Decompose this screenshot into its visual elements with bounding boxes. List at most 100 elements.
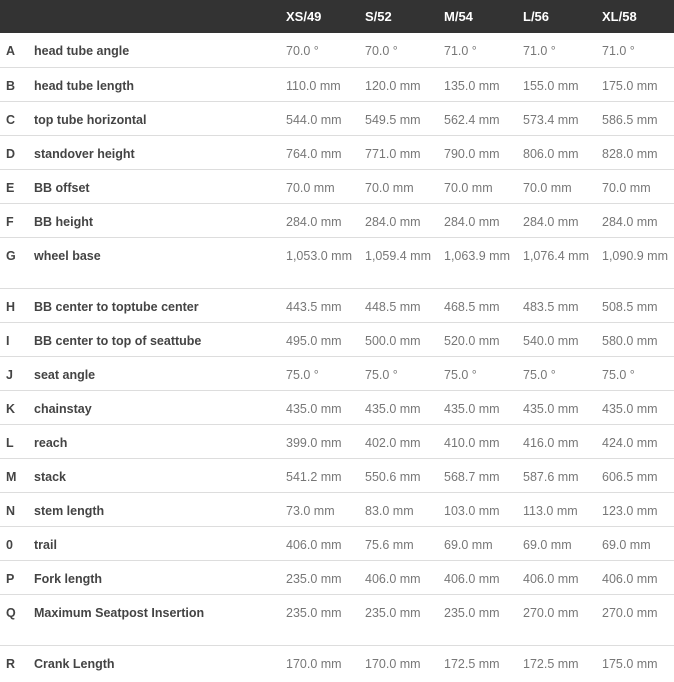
row-value: 790.0 mm bbox=[438, 135, 517, 170]
geometry-table: XS/49 S/52 M/54 L/56 XL/58 A head tube a… bbox=[0, 0, 674, 679]
row-value: 606.5 mm bbox=[596, 458, 674, 493]
row-value: 69.0 mm bbox=[517, 526, 596, 561]
row-value: 483.5 mm bbox=[517, 288, 596, 323]
row-letter: G bbox=[0, 237, 28, 289]
row-value: 155.0 mm bbox=[517, 67, 596, 102]
row-value: 75.0 ° bbox=[517, 356, 596, 391]
table-row: E BB offset 70.0 mm 70.0 mm 70.0 mm 70.0… bbox=[0, 169, 674, 204]
row-value: 764.0 mm bbox=[280, 135, 359, 170]
row-value: 70.0 mm bbox=[438, 169, 517, 204]
row-value: 500.0 mm bbox=[359, 322, 438, 357]
table-row: G wheel base 1,053.0 mm 1,059.4 mm 1,063… bbox=[0, 237, 674, 289]
row-value: 550.6 mm bbox=[359, 458, 438, 493]
row-value: 71.0 ° bbox=[517, 33, 596, 68]
row-letter: Q bbox=[0, 594, 28, 646]
row-value: 416.0 mm bbox=[517, 424, 596, 459]
row-value: 443.5 mm bbox=[280, 288, 359, 323]
row-value: 806.0 mm bbox=[517, 135, 596, 170]
row-letter: R bbox=[6, 656, 16, 671]
table-row: M stack 541.2 mm 550.6 mm 568.7 mm 587.6… bbox=[0, 458, 674, 493]
row-letter: M bbox=[0, 458, 28, 493]
row-value: 120.0 mm bbox=[359, 67, 438, 102]
row-value: 235.0 mm bbox=[438, 594, 517, 646]
row-value: 284.0 mm bbox=[359, 203, 438, 238]
row-label: Maximum Seatpost Insertion bbox=[28, 594, 280, 646]
row-value: 69.0 mm bbox=[596, 526, 674, 561]
row-value: 1,053.0 mm bbox=[280, 237, 359, 289]
header-size-s: S/52 bbox=[359, 0, 438, 33]
row-letter: H bbox=[0, 288, 28, 323]
header-size-l: L/56 bbox=[517, 0, 596, 33]
row-value: 549.5 mm bbox=[359, 101, 438, 136]
row-letter: F bbox=[0, 203, 28, 238]
row-value: 828.0 mm bbox=[596, 135, 674, 170]
header-size-xs: XS/49 bbox=[280, 0, 359, 33]
table-row: F BB height 284.0 mm 284.0 mm 284.0 mm 2… bbox=[0, 203, 674, 238]
row-value: 435.0 mm bbox=[280, 390, 359, 425]
row-label: seat angle bbox=[28, 356, 280, 391]
row-value: 175.0 mm bbox=[596, 67, 674, 102]
row-label: chainstay bbox=[28, 390, 280, 425]
row-value: 70.0 mm bbox=[596, 169, 674, 204]
row-value: 170.0 mm bbox=[365, 656, 421, 671]
row-value: 541.2 mm bbox=[280, 458, 359, 493]
row-label: top tube horizontal bbox=[28, 101, 280, 136]
table-row: 0 trail 406.0 mm 75.6 mm 69.0 mm 69.0 mm… bbox=[0, 526, 674, 561]
row-value: 568.7 mm bbox=[438, 458, 517, 493]
row-value: 1,090.9 mm bbox=[596, 237, 674, 289]
row-value: 562.4 mm bbox=[438, 101, 517, 136]
table-row: D standover height 764.0 mm 771.0 mm 790… bbox=[0, 135, 674, 170]
table-row: A head tube angle 70.0 ° 70.0 ° 71.0 ° 7… bbox=[0, 33, 674, 68]
header-size-m: M/54 bbox=[438, 0, 517, 33]
table-row: P Fork length 235.0 mm 406.0 mm 406.0 mm… bbox=[0, 560, 674, 595]
table-row: J seat angle 75.0 ° 75.0 ° 75.0 ° 75.0 °… bbox=[0, 356, 674, 391]
row-value: 170.0 mm bbox=[286, 656, 342, 671]
table-row: N stem length 73.0 mm 83.0 mm 103.0 mm 1… bbox=[0, 492, 674, 527]
row-value: 580.0 mm bbox=[596, 322, 674, 357]
row-value: 587.6 mm bbox=[517, 458, 596, 493]
row-label: standover height bbox=[28, 135, 280, 170]
row-value: 424.0 mm bbox=[596, 424, 674, 459]
row-value: 172.5 mm bbox=[444, 656, 500, 671]
row-value: 270.0 mm bbox=[517, 594, 596, 646]
header-size-xl: XL/58 bbox=[596, 0, 674, 33]
row-label: trail bbox=[28, 526, 280, 561]
row-value: 544.0 mm bbox=[280, 101, 359, 136]
row-value: 771.0 mm bbox=[359, 135, 438, 170]
row-value: 540.0 mm bbox=[517, 322, 596, 357]
row-label: reach bbox=[28, 424, 280, 459]
row-value: 235.0 mm bbox=[280, 594, 359, 646]
row-value: 75.0 ° bbox=[280, 356, 359, 391]
row-label: head tube angle bbox=[28, 33, 280, 68]
row-value: 399.0 mm bbox=[280, 424, 359, 459]
row-letter: K bbox=[0, 390, 28, 425]
row-letter: D bbox=[0, 135, 28, 170]
row-label: BB offset bbox=[28, 169, 280, 204]
row-value: 406.0 mm bbox=[280, 526, 359, 561]
row-value: 75.0 ° bbox=[596, 356, 674, 391]
row-value: 495.0 mm bbox=[280, 322, 359, 357]
row-letter: N bbox=[0, 492, 28, 527]
header-row: XS/49 S/52 M/54 L/56 XL/58 bbox=[0, 0, 674, 33]
row-letter: A bbox=[0, 33, 28, 68]
row-value: 435.0 mm bbox=[596, 390, 674, 425]
row-label: BB center to toptube center bbox=[28, 288, 280, 323]
row-value: 123.0 mm bbox=[596, 492, 674, 527]
row-label: stem length bbox=[28, 492, 280, 527]
header-letter bbox=[0, 0, 28, 33]
row-value: 468.5 mm bbox=[438, 288, 517, 323]
row-letter: P bbox=[0, 560, 28, 595]
row-letter: C bbox=[0, 101, 28, 136]
row-value: 402.0 mm bbox=[359, 424, 438, 459]
row-value: 508.5 mm bbox=[596, 288, 674, 323]
row-value: 1,059.4 mm bbox=[359, 237, 438, 289]
table-row: B head tube length 110.0 mm 120.0 mm 135… bbox=[0, 67, 674, 102]
row-value: 69.0 mm bbox=[438, 526, 517, 561]
row-value: 110.0 mm bbox=[280, 67, 359, 102]
row-value: 406.0 mm bbox=[517, 560, 596, 595]
row-value: 83.0 mm bbox=[359, 492, 438, 527]
row-value: 270.0 mm bbox=[596, 594, 674, 646]
row-value: 75.0 ° bbox=[359, 356, 438, 391]
row-label: wheel base bbox=[28, 237, 280, 289]
row-value: 435.0 mm bbox=[517, 390, 596, 425]
